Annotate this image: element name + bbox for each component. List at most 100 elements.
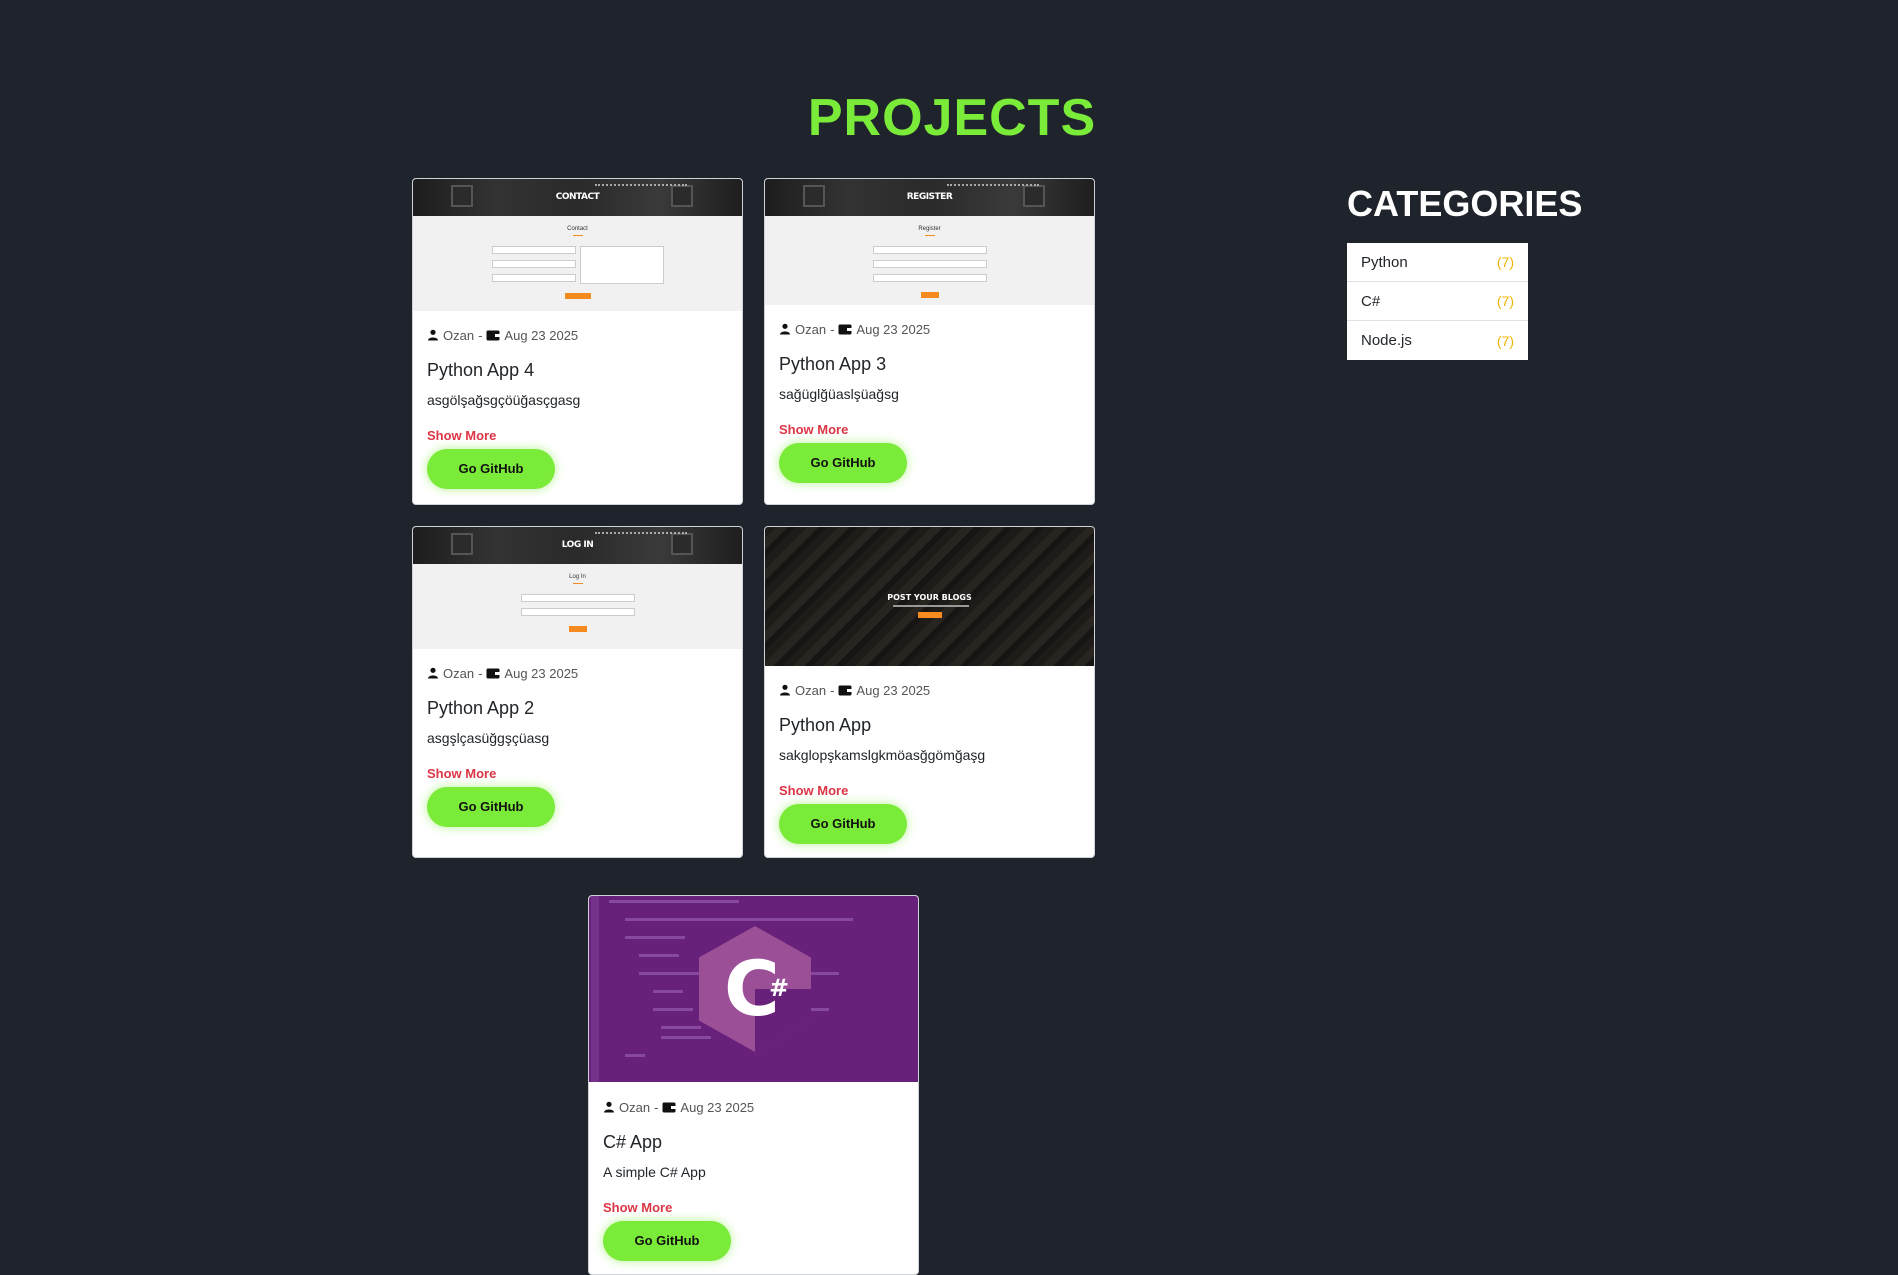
thumbnail-header-title: LOG IN (561, 540, 594, 550)
project-thumbnail[interactable]: LOG IN Log In (413, 527, 742, 649)
thumbnail-header-title: CONTACT (555, 192, 600, 202)
card-meta: Ozan - Aug 23 2025 (779, 320, 1080, 338)
show-more-link[interactable]: Show More (779, 783, 848, 798)
post-date: Aug 23 2025 (856, 682, 931, 698)
user-icon (780, 323, 790, 335)
project-thumbnail[interactable]: REGISTER Register (765, 179, 1094, 305)
page-title: PROJECTS (807, 89, 1097, 147)
thumbnail-heading: Log In (569, 574, 586, 580)
author-name: Ozan (443, 327, 475, 343)
thumbnail-button (918, 612, 942, 618)
code-line (639, 954, 679, 957)
thumbnail-button (565, 293, 591, 299)
thumbnail-nav (595, 184, 687, 186)
thumbnail-site-body: Contact (413, 216, 742, 311)
thumbnail-nav (595, 532, 687, 534)
show-more-link[interactable]: Show More (427, 766, 496, 781)
calendar-wallet-icon (486, 330, 500, 341)
project-thumbnail[interactable]: POST YOUR BLOGS (765, 527, 1094, 666)
card-meta: Ozan - Aug 23 2025 (603, 1098, 904, 1116)
categories-list: Python (7) C# (7) Node.js (7) (1347, 243, 1528, 360)
categories-title: CATEGORIES (1347, 183, 1583, 224)
card-title: Python App 2 (427, 698, 535, 718)
thumbnail-header-title: REGISTER (906, 192, 953, 202)
card-title: Python App 3 (779, 354, 887, 374)
code-line (625, 918, 853, 921)
thumbnail-field (873, 260, 987, 268)
post-date: Aug 23 2025 (504, 327, 579, 343)
post-date: Aug 23 2025 (504, 665, 579, 681)
user-icon (780, 684, 790, 696)
category-count: (7) (1496, 254, 1514, 270)
card-body: Ozan - Aug 23 2025 Python App sakglopşka… (765, 666, 1094, 857)
code-line (661, 1036, 711, 1039)
card-title: Python App 4 (427, 360, 535, 380)
thumbnail-subtitle (893, 605, 969, 607)
thumbnail-heading: Contact (567, 226, 588, 232)
meta-separator: - (478, 327, 483, 343)
show-more-link[interactable]: Show More (603, 1200, 672, 1215)
card-meta: Ozan - Aug 23 2025 (427, 664, 728, 682)
thumbnail-field (873, 246, 987, 254)
project-card: C # Ozan - Aug 23 2025 C# App A simple C… (588, 895, 919, 1275)
meta-separator: - (830, 321, 835, 337)
code-line (625, 1054, 645, 1057)
category-item-nodejs[interactable]: Node.js (7) (1347, 321, 1528, 360)
card-description: A simple C# App (603, 1164, 706, 1180)
go-github-button[interactable]: Go GitHub (427, 449, 555, 489)
thumbnail-site-header: CONTACT (413, 179, 742, 216)
code-line (661, 1026, 701, 1029)
card-body: Ozan - Aug 23 2025 Python App 2 asgşlças… (413, 649, 742, 843)
project-thumbnail[interactable]: C # (589, 896, 918, 1082)
category-count: (7) (1496, 293, 1514, 309)
user-icon (428, 329, 438, 341)
card-description: asgşlçasüğgşçüasg (427, 730, 550, 746)
calendar-wallet-icon (486, 668, 500, 679)
page: PROJECTS CONTACT Contact Ozan - Aug 23 2… (0, 0, 1898, 1275)
thumbnail-heading: Register (918, 226, 941, 232)
go-github-button[interactable]: Go GitHub (603, 1221, 731, 1261)
project-card: POST YOUR BLOGS Ozan - Aug 23 2025 Pytho… (764, 526, 1095, 858)
code-line (609, 900, 739, 903)
go-github-button[interactable]: Go GitHub (427, 787, 555, 827)
thumbnail-underline (573, 235, 583, 236)
author-name: Ozan (443, 665, 475, 681)
card-description: sakglopşkamslgkmöasğgömğaşg (779, 747, 986, 763)
go-github-button[interactable]: Go GitHub (779, 804, 907, 844)
thumbnail-field (492, 274, 576, 282)
category-name: C# (1361, 292, 1381, 310)
thumbnail-field (492, 260, 576, 268)
show-more-link[interactable]: Show More (427, 428, 496, 443)
category-item-csharp[interactable]: C# (7) (1347, 282, 1528, 321)
go-github-button[interactable]: Go GitHub (779, 443, 907, 483)
card-body: Ozan - Aug 23 2025 C# App A simple C# Ap… (589, 1082, 918, 1274)
category-count: (7) (1496, 332, 1514, 349)
author-name: Ozan (795, 321, 827, 337)
calendar-wallet-icon (838, 324, 852, 335)
category-name: Python (1361, 253, 1408, 271)
meta-separator: - (478, 665, 483, 681)
post-date: Aug 23 2025 (856, 321, 931, 337)
project-thumbnail[interactable]: CONTACT Contact (413, 179, 742, 311)
thumbnail-field (492, 246, 576, 254)
author-name: Ozan (795, 682, 827, 698)
line-number-gutter (591, 896, 599, 1082)
category-item-python[interactable]: Python (7) (1347, 243, 1528, 282)
calendar-wallet-icon (662, 1102, 676, 1113)
card-body: Ozan - Aug 23 2025 Python App 3 sağüglğü… (765, 305, 1094, 499)
card-title: Python App (779, 715, 872, 735)
meta-separator: - (654, 1099, 659, 1115)
show-more-link[interactable]: Show More (779, 422, 848, 437)
card-title: C# App (603, 1132, 663, 1152)
thumbnail-site-body: Log In (413, 564, 742, 649)
code-line (653, 990, 683, 993)
card-body: Ozan - Aug 23 2025 Python App 4 asgölşağ… (413, 311, 742, 504)
card-description: asgölşağsgçöüğasçgasg (427, 392, 581, 408)
card-meta: Ozan - Aug 23 2025 (779, 681, 1080, 699)
thumbnail-site-header: REGISTER (765, 179, 1094, 216)
user-icon (428, 667, 438, 679)
thumbnail-field (521, 608, 635, 616)
thumbnail-button (569, 626, 587, 632)
card-description: sağüglğüaslşüağsg (779, 386, 899, 402)
project-card: CONTACT Contact Ozan - Aug 23 2025 Pytho… (412, 178, 743, 505)
